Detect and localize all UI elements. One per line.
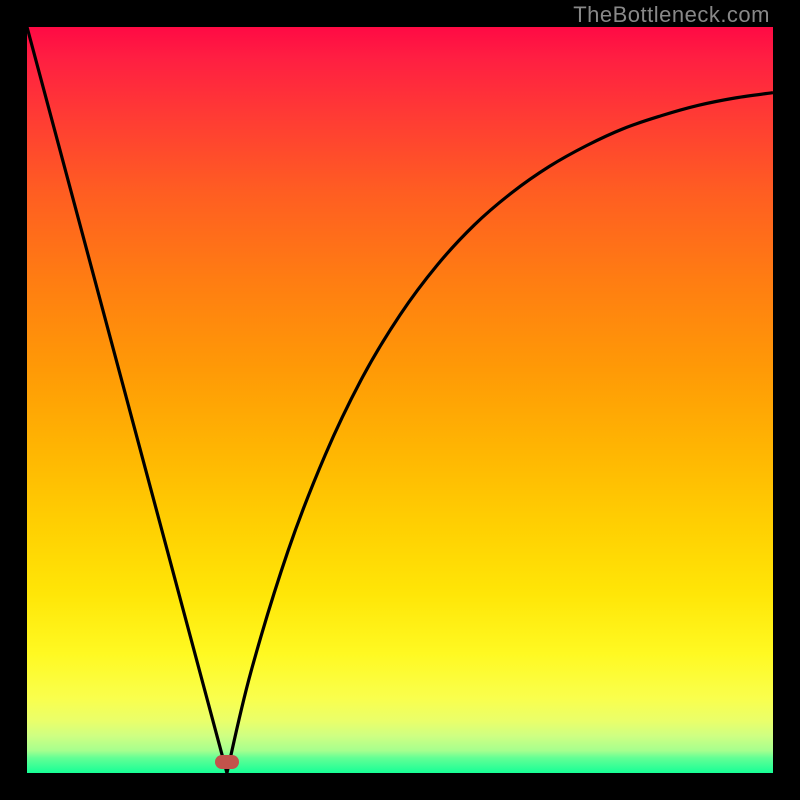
chart-stage: TheBottleneck.com [0,0,800,800]
watermark-text: TheBottleneck.com [573,2,770,28]
optimal-marker [215,755,239,769]
bottleneck-curve [0,0,800,800]
